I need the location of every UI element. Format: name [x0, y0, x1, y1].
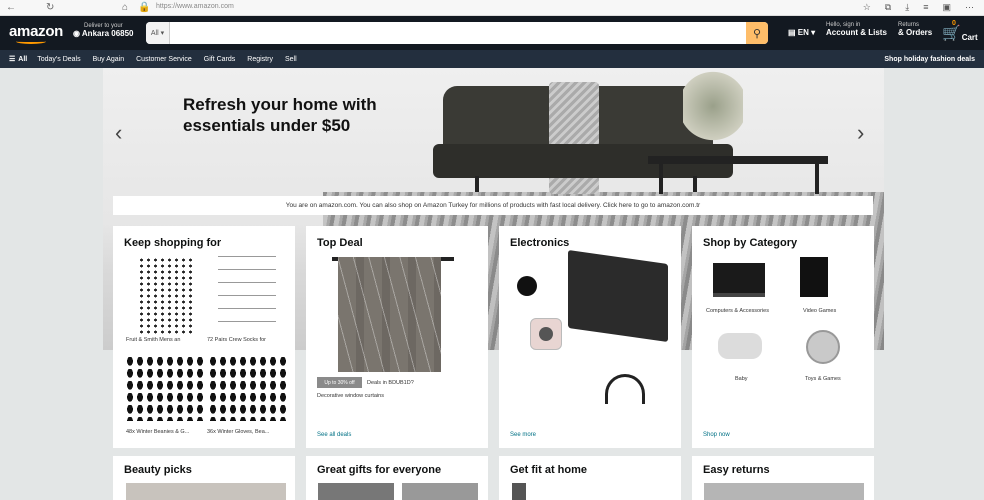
product-socks-grid-image[interactable] — [138, 257, 194, 335]
amazon-logo[interactable]: amazon — [9, 23, 63, 40]
hero-table-leg — [659, 164, 663, 194]
see-all-deals-link[interactable]: See all deals — [317, 432, 351, 438]
product-camera-image[interactable] — [530, 318, 562, 350]
hero-sofa-leg — [693, 176, 697, 192]
card-title: Top Deal — [317, 237, 363, 249]
category-video-games-image[interactable] — [800, 257, 828, 297]
card-get-fit: Get fit at home — [499, 456, 681, 500]
product-socks-list-image[interactable] — [218, 256, 276, 330]
search-category-dropdown[interactable]: All ▾ — [146, 22, 170, 44]
gift-image[interactable] — [318, 483, 394, 500]
amazon-smile-icon — [16, 39, 46, 44]
language-label: EN — [797, 28, 809, 37]
extensions-icon[interactable]: ⧉ — [885, 2, 891, 13]
location-pin-icon: ◉ — [73, 29, 82, 38]
card-title: Great gifts for everyone — [317, 464, 442, 476]
favorite-icon[interactable]: ☆ — [863, 2, 871, 13]
card-title: Beauty picks — [124, 464, 192, 476]
nav-sell[interactable]: Sell — [285, 56, 297, 63]
locale-notice[interactable]: You are on amazon.com. You can also shop… — [113, 196, 873, 215]
beauty-image[interactable] — [126, 483, 286, 500]
gift-image[interactable] — [402, 483, 478, 500]
category-label[interactable]: Computers & Accessories — [706, 308, 769, 314]
nav-customer-service[interactable]: Customer Service — [136, 56, 192, 63]
address-bar[interactable]: https://www.amazon.com — [156, 3, 234, 10]
lock-icon: 🔒 — [138, 2, 151, 13]
flag-icon: ▤ — [788, 28, 798, 37]
deliver-location-text: Ankara 06850 — [81, 29, 134, 38]
product-caption[interactable]: 36x Winter Gloves, Bea... — [207, 429, 269, 435]
search-bar: All ▾ ⚲ — [146, 22, 768, 44]
card-title: Shop by Category — [703, 237, 798, 249]
more-icon[interactable]: ⋯ — [965, 2, 974, 13]
category-baby-image[interactable] — [718, 333, 762, 359]
card-title: Electronics — [510, 237, 570, 249]
deal-label: Deals in BDUB1D? — [367, 380, 414, 386]
nav-gift-cards[interactable]: Gift Cards — [204, 56, 236, 63]
search-input[interactable] — [170, 22, 746, 44]
category-toys-image[interactable] — [806, 330, 840, 364]
nav-registry[interactable]: Registry — [247, 56, 273, 63]
product-speaker-image[interactable] — [517, 276, 537, 296]
fitness-image[interactable] — [512, 483, 526, 500]
card-title: Easy returns — [703, 464, 770, 476]
category-label[interactable]: Toys & Games — [805, 376, 841, 382]
nav-todays-deals[interactable]: Today's Deals — [37, 56, 80, 63]
search-icon: ⚲ — [752, 27, 762, 40]
deal-caption[interactable]: Decorative window curtains — [317, 393, 384, 399]
product-gloves-image[interactable] — [208, 357, 286, 421]
shop-now-link[interactable]: Shop now — [703, 432, 730, 438]
hero-sofa-leg — [475, 176, 479, 192]
nav-buy-again[interactable]: Buy Again — [93, 56, 125, 63]
category-label[interactable]: Video Games — [803, 308, 836, 314]
orders-label: & Orders — [898, 28, 933, 37]
cart-label: Cart — [961, 33, 978, 42]
product-caption[interactable]: 48x Winter Beanies & G... — [126, 429, 189, 435]
refresh-icon[interactable]: ↻ — [46, 2, 54, 13]
hero-table-image — [648, 156, 828, 164]
search-category-label: All — [150, 29, 159, 37]
product-curtain-image[interactable] — [338, 257, 441, 372]
hamburger-icon: ☰ — [9, 56, 16, 63]
carousel-next-icon[interactable]: › — [857, 120, 864, 146]
product-beanies-image[interactable] — [125, 357, 203, 421]
search-button[interactable]: ⚲ — [746, 22, 768, 44]
deal-badge: Up to 30% off — [317, 377, 362, 388]
all-menu-label: All — [18, 55, 28, 63]
carousel-prev-icon[interactable]: ‹ — [115, 120, 122, 146]
returns-image[interactable] — [704, 483, 864, 500]
browser-toolbar: ← ↻ ⌂ 🔒 https://www.amazon.com ☆ ⧉ ⤓ ≡ ▣… — [0, 0, 984, 16]
hero-table-leg — [815, 164, 819, 194]
cart-button[interactable]: 🛒 0 Cart — [942, 20, 978, 42]
card-title: Get fit at home — [510, 464, 588, 476]
home-icon[interactable]: ⌂ — [122, 2, 128, 13]
category-computers-image[interactable] — [713, 263, 765, 297]
cart-count: 0 — [952, 20, 956, 27]
account-lists[interactable]: Hello, sign in Account & Lists — [826, 22, 887, 37]
product-caption[interactable]: Fruit & Smith Mens an — [126, 337, 180, 343]
language-selector[interactable]: ▤ EN ▾ — [788, 28, 815, 37]
menu-icon[interactable]: ≡ — [923, 2, 928, 13]
back-icon[interactable]: ← — [6, 2, 16, 13]
nav-holiday-promo[interactable]: Shop holiday fashion deals — [884, 56, 975, 63]
product-laptop-image[interactable] — [568, 249, 668, 343]
product-caption[interactable]: 72 Pairs Crew Socks for — [207, 337, 266, 343]
returns-orders[interactable]: Returns & Orders — [898, 22, 932, 37]
hero-title: Refresh your home with essentials under … — [183, 95, 377, 135]
deliver-location: ◉ Ankara 06850 — [73, 29, 134, 38]
profile-icon[interactable]: ▣ — [942, 2, 951, 13]
deliver-to[interactable]: Deliver to your ◉ Ankara 06850 — [73, 23, 134, 38]
hero-plant-image — [683, 68, 743, 144]
card-title: Keep shopping for — [124, 237, 222, 249]
amazon-header: amazon Deliver to your ◉ Ankara 06850 Al… — [0, 16, 984, 50]
download-icon[interactable]: ⤓ — [905, 2, 909, 13]
see-more-link[interactable]: See more — [510, 432, 536, 438]
category-label[interactable]: Baby — [735, 376, 748, 382]
sub-navigation: ☰ All Today's Deals Buy Again Customer Se… — [0, 50, 984, 68]
account-label: Account & Lists — [826, 28, 887, 37]
all-menu-button[interactable]: ☰ All — [9, 55, 28, 64]
